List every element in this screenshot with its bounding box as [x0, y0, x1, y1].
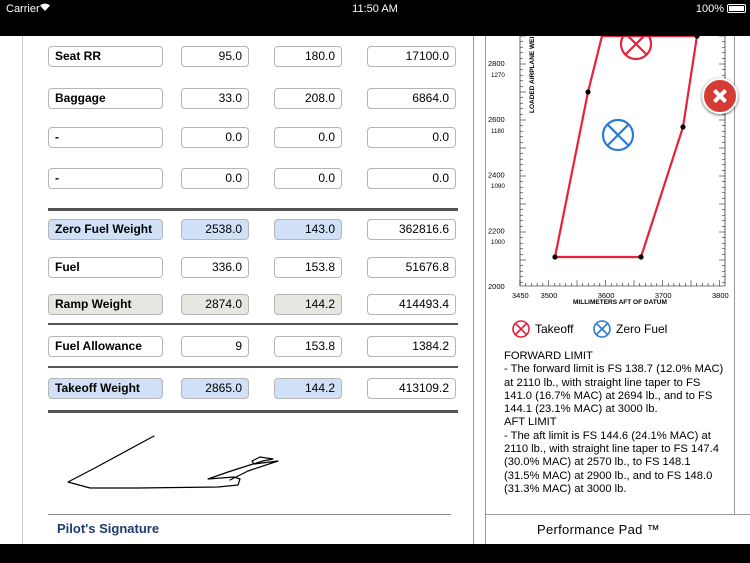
table-row: Seat RR 95.0 180.0 17100.0 — [23, 46, 475, 68]
arm-field[interactable]: 180.0 — [274, 46, 342, 67]
table-row-zero-fuel-weight: Zero Fuel Weight 2538.0 143.0 362816.6 — [23, 219, 475, 241]
x-tick-label: 3800 — [712, 291, 729, 300]
moment-field[interactable]: 0.0 — [367, 168, 456, 189]
y-tick-label: 2000 — [488, 282, 505, 291]
row-label: Takeoff Weight — [48, 378, 163, 399]
weight-field[interactable]: 0.0 — [181, 168, 249, 189]
arm-field: 144.2 — [274, 378, 342, 399]
moment-field[interactable]: 1384.2 — [367, 336, 456, 357]
moment-field[interactable]: 6864.0 — [367, 88, 456, 109]
battery-icon — [727, 4, 746, 13]
table-row: - 0.0 0.0 0.0 — [23, 127, 475, 149]
arm-field: 143.0 — [274, 219, 342, 240]
signature-pad[interactable] — [48, 424, 458, 514]
loading-table: Seat RR 95.0 180.0 17100.0 Baggage 33.0 … — [22, 36, 474, 544]
app-brand: Performance Pad ™ — [537, 522, 660, 537]
signature-line — [48, 514, 451, 515]
zero-fuel-marker — [601, 118, 635, 152]
section-divider — [48, 410, 458, 413]
arm-field: 144.2 — [274, 294, 342, 315]
row-label[interactable]: - — [48, 168, 163, 189]
aft-limit-title: AFT LIMIT — [504, 416, 557, 429]
y-tick-label-kg: 1000 — [491, 239, 505, 246]
legend-takeoff-label: Takeoff — [535, 322, 574, 336]
clock: 11:50 AM — [352, 3, 398, 15]
section-divider — [48, 366, 458, 368]
weight-field[interactable]: 336.0 — [181, 257, 249, 278]
arm-field[interactable]: 208.0 — [274, 88, 342, 109]
table-row-fuel: Fuel 336.0 153.8 51676.8 — [23, 257, 475, 279]
moment-field: 414493.4 — [367, 294, 456, 315]
moment-field[interactable]: 51676.8 — [367, 257, 456, 278]
legend-zero-fuel: Zero Fuel — [592, 319, 667, 339]
y-axis-label: LOADED AIRPLANE WEI — [529, 36, 536, 113]
arm-field[interactable]: 153.8 — [274, 257, 342, 278]
cg-envelope-panel: 2000 2200 2400 2600 2800 1000 1090 1180 1270 345… — [485, 36, 750, 544]
table-row-fuel-allowance: Fuel Allowance 9 153.8 1384.2 — [23, 336, 475, 358]
row-label: Zero Fuel Weight — [48, 219, 163, 240]
row-label[interactable]: Fuel — [48, 257, 163, 278]
takeoff-icon — [512, 320, 530, 338]
x-tick-label: 3450 — [512, 291, 529, 300]
weight-field[interactable]: 0.0 — [181, 127, 249, 148]
row-label[interactable]: Seat RR — [48, 46, 163, 67]
moment-field[interactable]: 17100.0 — [367, 46, 456, 67]
section-divider — [48, 208, 458, 211]
weight-balance-sheet: Seat RR 95.0 180.0 17100.0 Baggage 33.0 … — [0, 36, 750, 544]
footer-divider — [485, 514, 750, 515]
table-row-takeoff-weight: Takeoff Weight 2865.0 144.2 413109.2 — [23, 378, 475, 400]
legend-takeoff: Takeoff — [511, 319, 573, 339]
weight-field[interactable]: 33.0 — [181, 88, 249, 109]
moment-field: 362816.6 — [367, 219, 456, 240]
y-tick-label: 2800 — [488, 59, 505, 68]
y-tick-label: 2600 — [488, 115, 505, 124]
row-label[interactable]: Baggage — [48, 88, 163, 109]
row-label[interactable]: Fuel Allowance — [48, 336, 163, 357]
panel-border — [734, 36, 735, 514]
forward-limit-text: - The forward limit is FS 138.7 (12.0% M… — [504, 363, 724, 416]
weight-field: 2874.0 — [181, 294, 249, 315]
y-tick-label-kg: 1180 — [491, 128, 505, 135]
close-button[interactable] — [702, 78, 738, 114]
forward-limit-title: FORWARD LIMIT — [504, 350, 593, 362]
aft-limit-text: - The aft limit is FS 144.6 (24.1% MAC) … — [504, 429, 719, 495]
y-tick-label: 2400 — [488, 171, 505, 180]
cg-limits-text: FORWARD LIMIT - The forward limit is FS … — [504, 350, 726, 496]
legend-zero-fuel-label: Zero Fuel — [616, 322, 668, 336]
signature-label: Pilot's Signature — [57, 521, 160, 536]
x-tick-label: 3500 — [541, 291, 558, 300]
moment-field: 413109.2 — [367, 378, 456, 399]
row-label[interactable]: - — [48, 127, 163, 148]
takeoff-marker — [619, 36, 653, 61]
weight-field: 2865.0 — [181, 378, 249, 399]
y-tick-label-kg: 1270 — [491, 72, 505, 79]
zero-fuel-icon — [593, 320, 611, 338]
cg-envelope-chart: 2000 2200 2400 2600 2800 1000 1090 1180 1270 345… — [488, 36, 729, 306]
table-row: - 0.0 0.0 0.0 — [23, 168, 475, 190]
row-label: Ramp Weight — [48, 294, 163, 315]
moment-field[interactable]: 0.0 — [367, 127, 456, 148]
weight-field: 2538.0 — [181, 219, 249, 240]
y-tick-label-kg: 1090 — [491, 183, 505, 190]
battery-percent: 100% — [695, 3, 724, 15]
table-row: Baggage 33.0 208.0 6864.0 — [23, 88, 475, 110]
y-tick-label: 2200 — [488, 226, 505, 235]
arm-field[interactable]: 153.8 — [274, 336, 342, 357]
weight-field[interactable]: 9 — [181, 336, 249, 357]
arm-field[interactable]: 0.0 — [274, 168, 342, 189]
section-divider — [48, 323, 458, 325]
x-axis-label: MILLIMETERS AFT OF DATUM — [573, 299, 667, 306]
status-bar: Carrier 11:50 AM 100% — [0, 0, 750, 18]
table-row-ramp-weight: Ramp Weight 2874.0 144.2 414493.4 — [23, 294, 475, 316]
arm-field[interactable]: 0.0 — [274, 127, 342, 148]
weight-field[interactable]: 95.0 — [181, 46, 249, 67]
